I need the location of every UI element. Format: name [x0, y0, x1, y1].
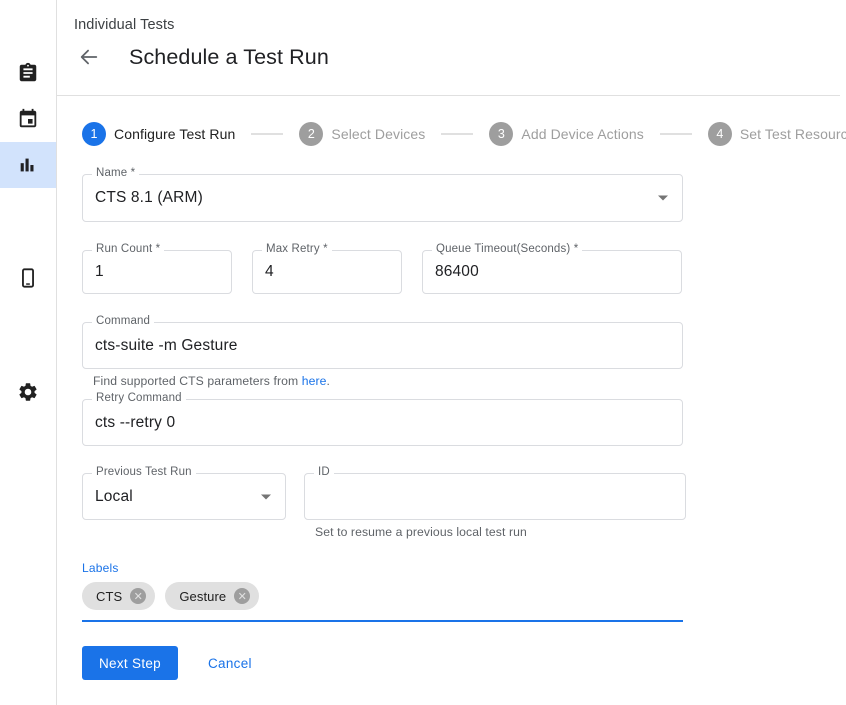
step-connector-2: [441, 133, 473, 135]
name-label: Name *: [92, 167, 139, 179]
page-title: Schedule a Test Run: [129, 45, 329, 70]
step-3-number: 3: [489, 122, 513, 146]
step-2-label: Select Devices: [331, 126, 425, 142]
sidebar-item-test-suites[interactable]: [0, 50, 56, 96]
left-nav-sidebar: [0, 0, 57, 705]
phone-icon: [17, 267, 39, 289]
queue-timeout-value: 86400: [435, 263, 479, 281]
step-4-number: 4: [708, 122, 732, 146]
page-header: Individual Tests Schedule a Test Run: [57, 0, 840, 96]
label-chip[interactable]: Gesture ✕: [165, 582, 259, 610]
id-hint: Set to resume a previous local test run: [315, 525, 686, 539]
close-circle-icon[interactable]: ✕: [234, 588, 250, 604]
calendar-icon: [17, 108, 39, 130]
label-chip-text: CTS: [96, 589, 122, 604]
run-count-input[interactable]: Run Count * 1: [82, 250, 232, 294]
command-value: cts-suite -m Gesture: [95, 337, 238, 355]
clipboard-icon: [17, 62, 39, 84]
cancel-button[interactable]: Cancel: [208, 656, 252, 671]
run-count-label: Run Count *: [92, 243, 164, 255]
sidebar-item-test-runs-calendar[interactable]: [0, 96, 56, 142]
back-button[interactable]: [74, 42, 104, 72]
gear-icon: [17, 381, 39, 403]
command-label: Command: [92, 315, 154, 327]
sidebar-item-test-results-chart[interactable]: [0, 142, 56, 188]
cts-parameters-link[interactable]: here: [302, 374, 327, 388]
sidebar-item-settings[interactable]: [0, 369, 56, 415]
queue-timeout-label: Queue Timeout(Seconds) *: [432, 243, 582, 255]
next-step-button[interactable]: Next Step: [82, 646, 178, 680]
step-1-label: Configure Test Run: [114, 126, 235, 142]
labels-label: Labels: [82, 561, 683, 575]
close-circle-icon[interactable]: ✕: [130, 588, 146, 604]
step-4-label: Set Test Resources: [740, 126, 846, 142]
name-value: CTS 8.1 (ARM): [95, 189, 203, 207]
arrow-back-icon: [78, 46, 100, 68]
label-chip-text: Gesture: [179, 589, 226, 604]
step-2[interactable]: 2 Select Devices: [299, 122, 425, 146]
configure-test-run-form: Name * CTS 8.1 (ARM) Run Count * 1 Max R…: [82, 160, 812, 680]
wizard-stepper: 1 Configure Test Run 2 Select Devices 3 …: [82, 122, 846, 146]
title-row: Schedule a Test Run: [74, 42, 329, 72]
run-count-value: 1: [95, 263, 104, 281]
command-hint-prefix: Find supported CTS parameters from: [93, 374, 302, 388]
step-connector-1: [251, 133, 283, 135]
step-3-label: Add Device Actions: [521, 126, 643, 142]
previous-test-run-label: Previous Test Run: [92, 466, 196, 478]
sidebar-item-devices[interactable]: [0, 255, 56, 301]
step-3[interactable]: 3 Add Device Actions: [489, 122, 643, 146]
retry-command-input[interactable]: Retry Command cts --retry 0: [82, 399, 683, 446]
step-2-number: 2: [299, 122, 323, 146]
breadcrumb[interactable]: Individual Tests: [74, 17, 174, 33]
retry-command-value: cts --retry 0: [95, 414, 175, 432]
previous-run-row: Previous Test Run Local ID Set to resume…: [82, 473, 812, 539]
retry-command-label: Retry Command: [92, 392, 186, 404]
max-retry-value: 4: [265, 263, 274, 281]
id-input[interactable]: ID: [304, 473, 686, 520]
previous-test-run-value: Local: [95, 488, 133, 506]
max-retry-label: Max Retry *: [262, 243, 332, 255]
bar-chart-icon: [17, 154, 39, 176]
command-input[interactable]: Command cts-suite -m Gesture: [82, 322, 683, 369]
chevron-down-icon: [261, 494, 271, 499]
label-chip[interactable]: CTS ✕: [82, 582, 155, 610]
queue-timeout-input[interactable]: Queue Timeout(Seconds) * 86400: [422, 250, 682, 294]
command-hint: Find supported CTS parameters from here.: [93, 374, 812, 388]
command-hint-suffix: .: [327, 374, 331, 388]
id-field-wrapper: ID Set to resume a previous local test r…: [286, 473, 686, 539]
main-content: Individual Tests Schedule a Test Run 1 C…: [57, 0, 846, 705]
name-select[interactable]: Name * CTS 8.1 (ARM): [82, 174, 683, 222]
previous-test-run-select[interactable]: Previous Test Run Local: [82, 473, 286, 539]
form-actions: Next Step Cancel: [82, 646, 812, 680]
step-1[interactable]: 1 Configure Test Run: [82, 122, 235, 146]
labels-chip-list[interactable]: CTS ✕ Gesture ✕: [82, 582, 683, 622]
app-root: Individual Tests Schedule a Test Run 1 C…: [0, 0, 846, 705]
chevron-down-icon: [658, 196, 668, 201]
numeric-fields-row: Run Count * 1 Max Retry * 4 Queue Timeou…: [82, 250, 812, 294]
step-1-number: 1: [82, 122, 106, 146]
max-retry-input[interactable]: Max Retry * 4: [252, 250, 402, 294]
step-connector-3: [660, 133, 692, 135]
id-label: ID: [314, 466, 334, 478]
step-4[interactable]: 4 Set Test Resources: [708, 122, 846, 146]
labels-field[interactable]: Labels CTS ✕ Gesture ✕: [82, 561, 683, 622]
